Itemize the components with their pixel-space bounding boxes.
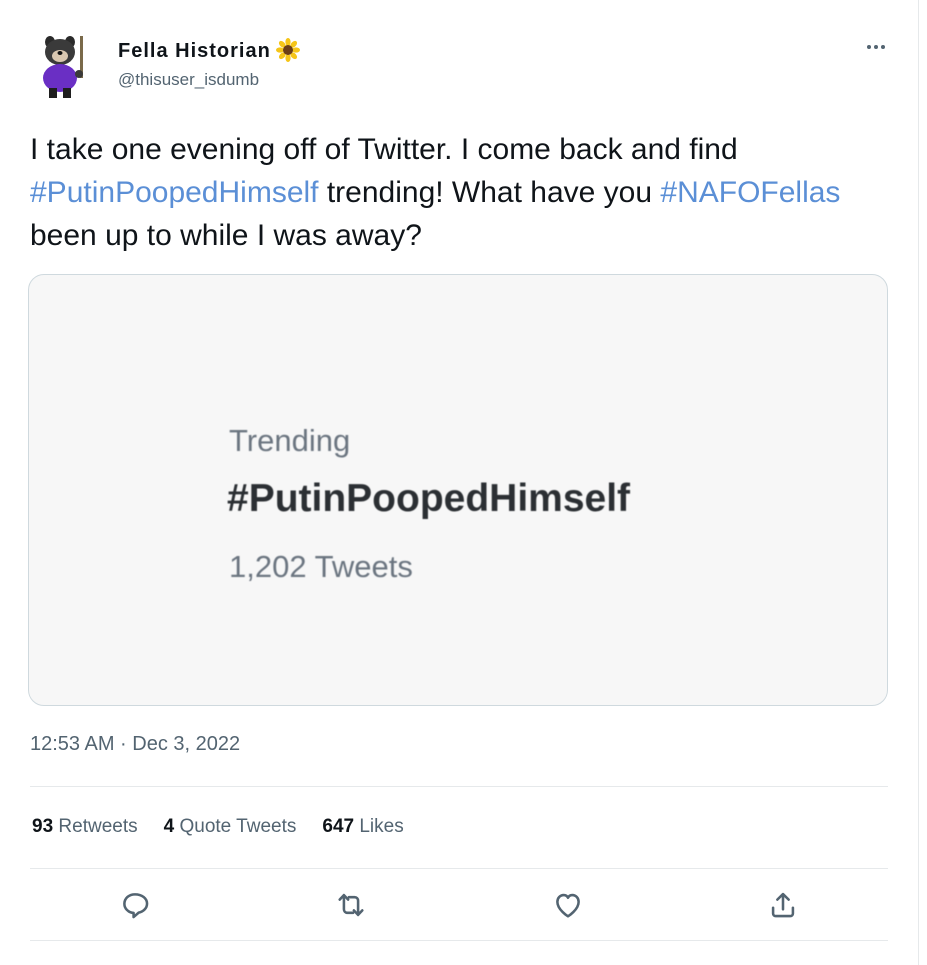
trend-label: Trending xyxy=(229,423,351,458)
quotes-count: 4 xyxy=(163,816,175,837)
tweet-timestamp[interactable]: 12:53 AM · Dec 3, 2022 xyxy=(30,733,240,756)
quote-tweets-stat[interactable]: 4 Quote Tweets xyxy=(164,816,297,838)
author-handle[interactable]: @thisuser_isdumb xyxy=(118,70,259,90)
divider-top xyxy=(30,786,888,787)
trend-name: #PutinPoopedHimself xyxy=(227,477,631,520)
likes-stat[interactable]: 647 Likes xyxy=(322,816,403,838)
retweets-label: Retweets xyxy=(58,816,138,837)
like-icon[interactable] xyxy=(551,888,585,922)
hashtag-putinpoopedhimself[interactable]: #PutinPoopedHimself xyxy=(30,176,319,209)
tweet-text-part1: I take one evening off of Twitter. I com… xyxy=(30,133,738,166)
media-image[interactable]: Trending #PutinPoopedHimself 1,202 Tweet… xyxy=(28,274,888,706)
retweet-icon[interactable] xyxy=(334,888,368,922)
share-icon[interactable] xyxy=(766,888,800,922)
tweet-text-part3: been up to while I was away? xyxy=(30,219,422,252)
more-options-icon[interactable] xyxy=(858,32,894,62)
trend-count: 1,202 Tweets xyxy=(229,549,413,584)
engagement-stats: 93 Retweets 4 Quote Tweets 647 Likes xyxy=(32,816,404,838)
likes-label: Likes xyxy=(359,816,404,837)
tweet-text-part2: trending! What have you xyxy=(318,176,661,209)
retweets-count: 93 xyxy=(32,816,54,837)
tweet-text: I take one evening off of Twitter. I com… xyxy=(30,128,890,257)
author-name[interactable]: Fella Historian xyxy=(118,38,300,63)
avatar[interactable] xyxy=(36,30,92,100)
retweets-stat[interactable]: 93 Retweets xyxy=(32,816,138,838)
column-border xyxy=(918,0,919,965)
sunflower-icon xyxy=(275,38,300,62)
hashtag-nafofellas[interactable]: #NAFOFellas xyxy=(660,176,840,209)
divider-middle xyxy=(30,868,888,869)
divider-bottom xyxy=(30,940,888,941)
reply-icon[interactable] xyxy=(118,888,152,922)
likes-count: 647 xyxy=(322,816,355,837)
author-name-text[interactable]: Fella Historian xyxy=(118,40,271,62)
quotes-label: Quote Tweets xyxy=(179,816,297,837)
tweet-page: Fella Historian @thisuser_isdumb I take … xyxy=(0,0,927,965)
